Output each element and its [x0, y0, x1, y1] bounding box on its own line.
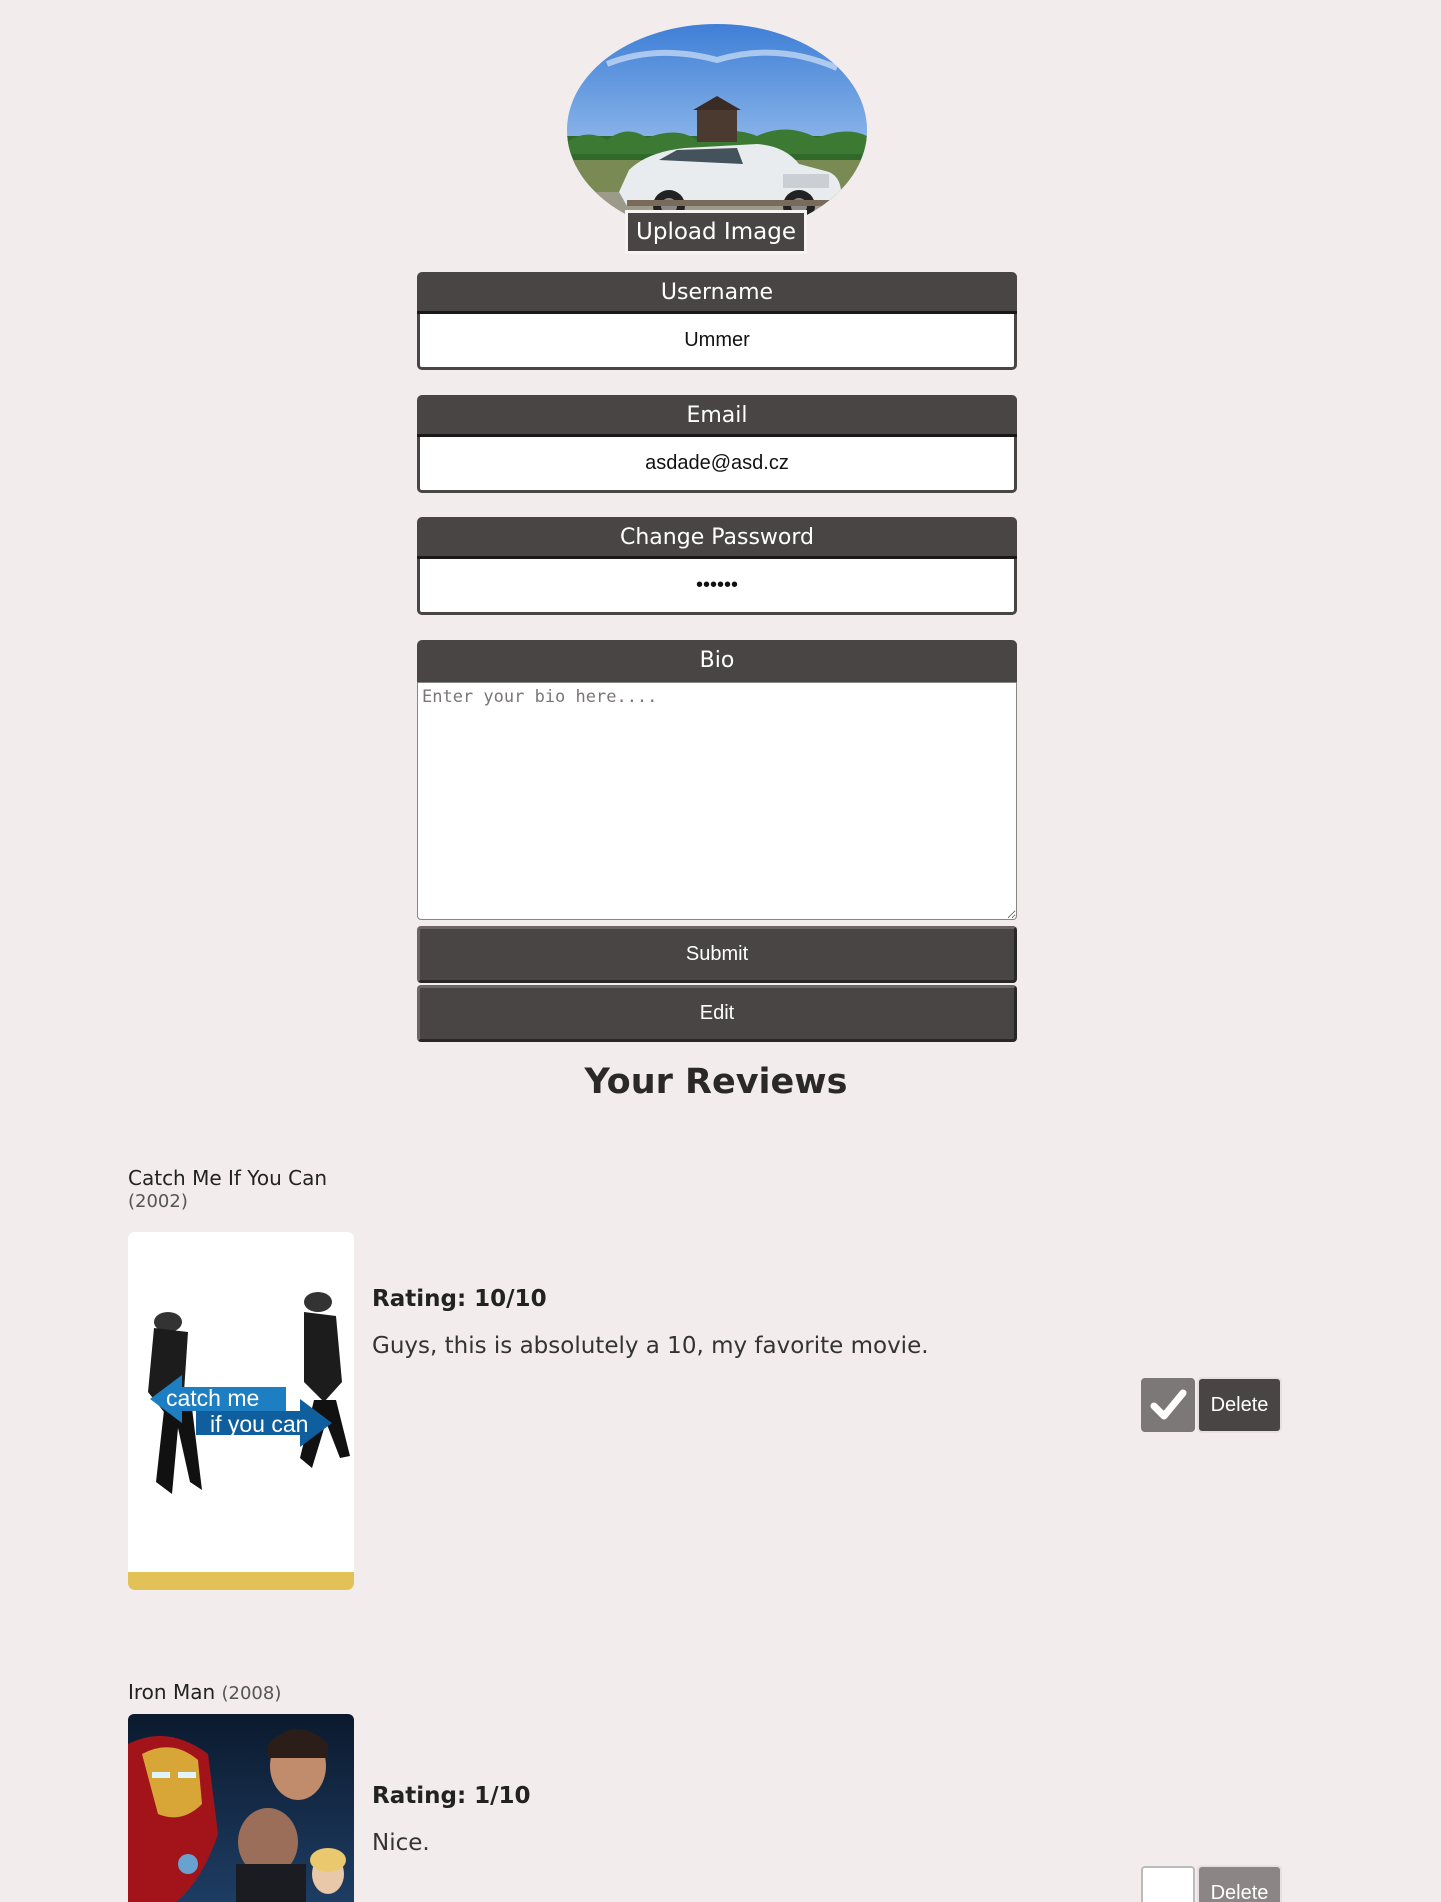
reviews-heading: Your Reviews [584, 1062, 848, 1102]
movie-title[interactable]: Catch Me If You Can [128, 1166, 1288, 1191]
avatar-container [567, 24, 867, 236]
upload-image-button[interactable]: Upload Image [625, 210, 807, 254]
review-rating: Rating: 10/10 [372, 1286, 547, 1312]
review-card: Iron Man (2008) Rating: 1/10 Nice. Delet… [128, 1680, 1288, 1902]
username-field-group: Username [417, 272, 1017, 370]
avatar [567, 24, 867, 236]
review-text: Nice. [372, 1830, 430, 1856]
movie-title-line: Iron Man (2008) [128, 1680, 1288, 1706]
movie-year: (2002) [128, 1191, 188, 1212]
poster-title-line-2: if you can [210, 1411, 308, 1437]
password-input[interactable] [417, 559, 1017, 615]
username-label: Username [417, 272, 1017, 314]
poster-art [128, 1714, 354, 1902]
delete-review-button[interactable]: Delete [1197, 1377, 1282, 1433]
poster-title-line-1: catch me [166, 1385, 259, 1411]
delete-review-button[interactable]: Delete [1197, 1865, 1282, 1902]
email-input[interactable] [417, 437, 1017, 493]
bio-label: Bio [417, 640, 1017, 682]
username-input[interactable] [417, 314, 1017, 370]
review-checkbox[interactable] [1141, 1378, 1195, 1432]
review-card: Catch Me If You Can (2002) catch me if y… [128, 1166, 1288, 1596]
password-field-group: Change Password [417, 517, 1017, 615]
edit-button[interactable]: Edit [417, 985, 1017, 1042]
email-field-group: Email [417, 395, 1017, 493]
poster-art: catch me if you can [128, 1232, 354, 1590]
movie-poster[interactable]: catch me if you can [128, 1232, 354, 1590]
submit-button[interactable]: Submit [417, 926, 1017, 983]
review-rating: Rating: 1/10 [372, 1783, 531, 1809]
bio-textarea[interactable] [417, 682, 1017, 920]
review-checkbox[interactable] [1141, 1866, 1195, 1902]
bio-field-group: Bio [417, 640, 1017, 920]
email-label: Email [417, 395, 1017, 437]
review-text: Guys, this is absolutely a 10, my favori… [372, 1333, 929, 1359]
password-label: Change Password [417, 517, 1017, 559]
movie-poster[interactable] [128, 1714, 354, 1902]
checkmark-icon [1150, 1389, 1187, 1420]
avatar-car-photo [567, 24, 867, 236]
movie-year: (2008) [221, 1683, 282, 1704]
movie-title[interactable]: Iron Man [128, 1680, 215, 1704]
